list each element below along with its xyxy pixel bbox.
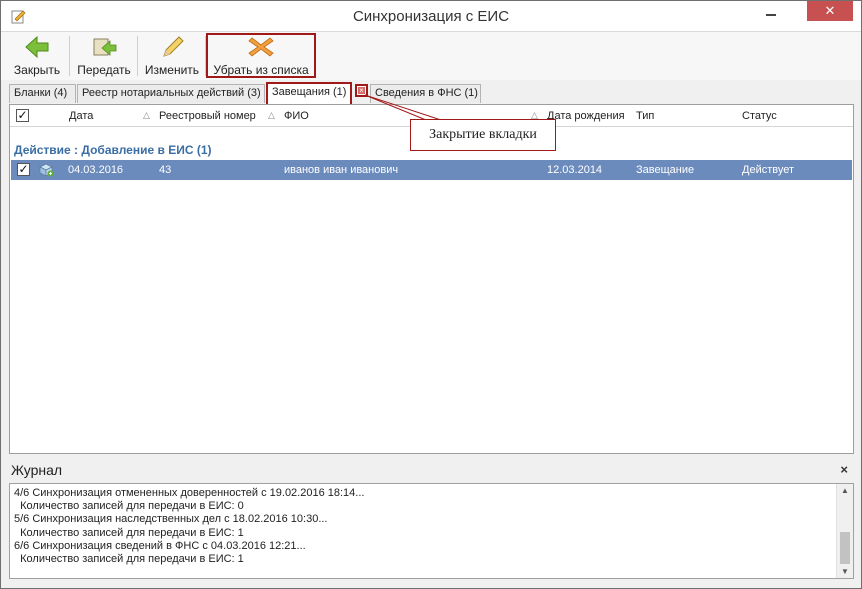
journal-lines: 4/6 Синхронизация отмененных доверенност…: [14, 487, 364, 566]
row-checkbox[interactable]: ✓: [17, 163, 30, 176]
tab-notary-register[interactable]: Реестр нотариальных действий (3): [77, 84, 265, 103]
group-header[interactable]: Действие : Добавление в ЕИС (1): [14, 143, 212, 157]
column-date[interactable]: Дата: [69, 110, 93, 122]
minimize-icon: [766, 14, 776, 16]
sort-icon: △: [143, 110, 150, 120]
toolbar-separator: [137, 36, 138, 76]
title-bar: Синхронизация с ЕИС ✕: [1, 1, 861, 32]
record-add-icon: [39, 163, 54, 177]
sort-icon: △: [268, 110, 275, 120]
log-line: Количество записей для передачи в ЕИС: 1: [14, 553, 244, 566]
send-button-label: Передать: [77, 63, 131, 77]
cell-status: Действует: [742, 164, 795, 176]
log-line: Количество записей для передачи в ЕИС: 0: [14, 500, 244, 513]
column-reg-number[interactable]: Реестровый номер: [159, 110, 256, 122]
journal-scrollbar[interactable]: ▲ ▼: [836, 484, 853, 578]
log-line: Количество записей для передачи в ЕИС: 1: [14, 526, 244, 539]
minimize-button[interactable]: [753, 3, 789, 25]
cell-type: Завещание: [636, 164, 695, 176]
toolbar: Закрыть Передать Изменить Убрать из спис…: [1, 32, 861, 80]
cell-reg-number: 43: [159, 164, 172, 176]
annotation-callout: Закрытие вкладки: [410, 119, 556, 151]
tab-close-button[interactable]: ×: [355, 84, 368, 97]
journal-title: Журнал: [11, 462, 63, 478]
scroll-up-icon[interactable]: ▲: [841, 486, 849, 495]
edit-button-label: Изменить: [144, 63, 200, 77]
column-birth-date[interactable]: Дата рождения: [547, 110, 625, 122]
cell-fio: иванов иван иванович: [284, 164, 399, 176]
pencil-icon: [163, 36, 184, 57]
window-close-button[interactable]: ✕: [807, 1, 853, 21]
log-line: 4/6 Синхронизация отмененных доверенност…: [14, 487, 365, 499]
tab-wills[interactable]: Завещания (1): [266, 82, 352, 104]
column-type[interactable]: Тип: [636, 110, 654, 122]
edit-button[interactable]: Изменить: [141, 35, 203, 79]
column-status[interactable]: Статус: [742, 110, 777, 122]
window: Синхронизация с ЕИС ✕ Закрыть Передать И…: [0, 0, 862, 589]
table-row[interactable]: ✓ 04.03.2016 43 иванов иван иванович 12.…: [11, 160, 852, 180]
column-fio[interactable]: ФИО: [284, 110, 309, 122]
tab-blanks[interactable]: Бланки (4): [9, 84, 76, 103]
close-button[interactable]: Закрыть: [7, 35, 67, 79]
arrow-left-icon: [25, 35, 49, 59]
tab-bar: Бланки (4) Реестр нотариальных действий …: [9, 82, 855, 104]
scroll-thumb[interactable]: [840, 532, 850, 564]
data-grid: ✓ Дата △ Реестровый номер △ ФИО △ Дата р…: [9, 104, 854, 454]
journal-close-button[interactable]: ×: [840, 462, 848, 477]
log-line: 5/6 Синхронизация наследственных дел с 1…: [14, 513, 328, 526]
toolbar-separator: [69, 36, 70, 76]
send-icon: [93, 38, 117, 56]
journal-log[interactable]: 4/6 Синхронизация отмененных доверенност…: [9, 483, 854, 579]
send-button[interactable]: Передать: [73, 35, 135, 79]
close-button-label: Закрыть: [13, 63, 61, 77]
scroll-down-icon[interactable]: ▼: [841, 567, 849, 576]
tab-fns-info[interactable]: Сведения в ФНС (1): [370, 84, 481, 103]
select-all-checkbox[interactable]: ✓: [16, 109, 29, 122]
window-title: Синхронизация с ЕИС: [352, 8, 510, 25]
journal-header: Журнал ×: [9, 459, 854, 481]
remove-button-highlight: [206, 33, 316, 78]
log-line: 6/6 Синхронизация сведений в ФНС с 04.03…: [14, 539, 306, 552]
cell-birth-date: 12.03.2014: [547, 164, 603, 176]
cell-date: 04.03.2016: [68, 164, 124, 176]
close-icon: ×: [358, 86, 365, 95]
